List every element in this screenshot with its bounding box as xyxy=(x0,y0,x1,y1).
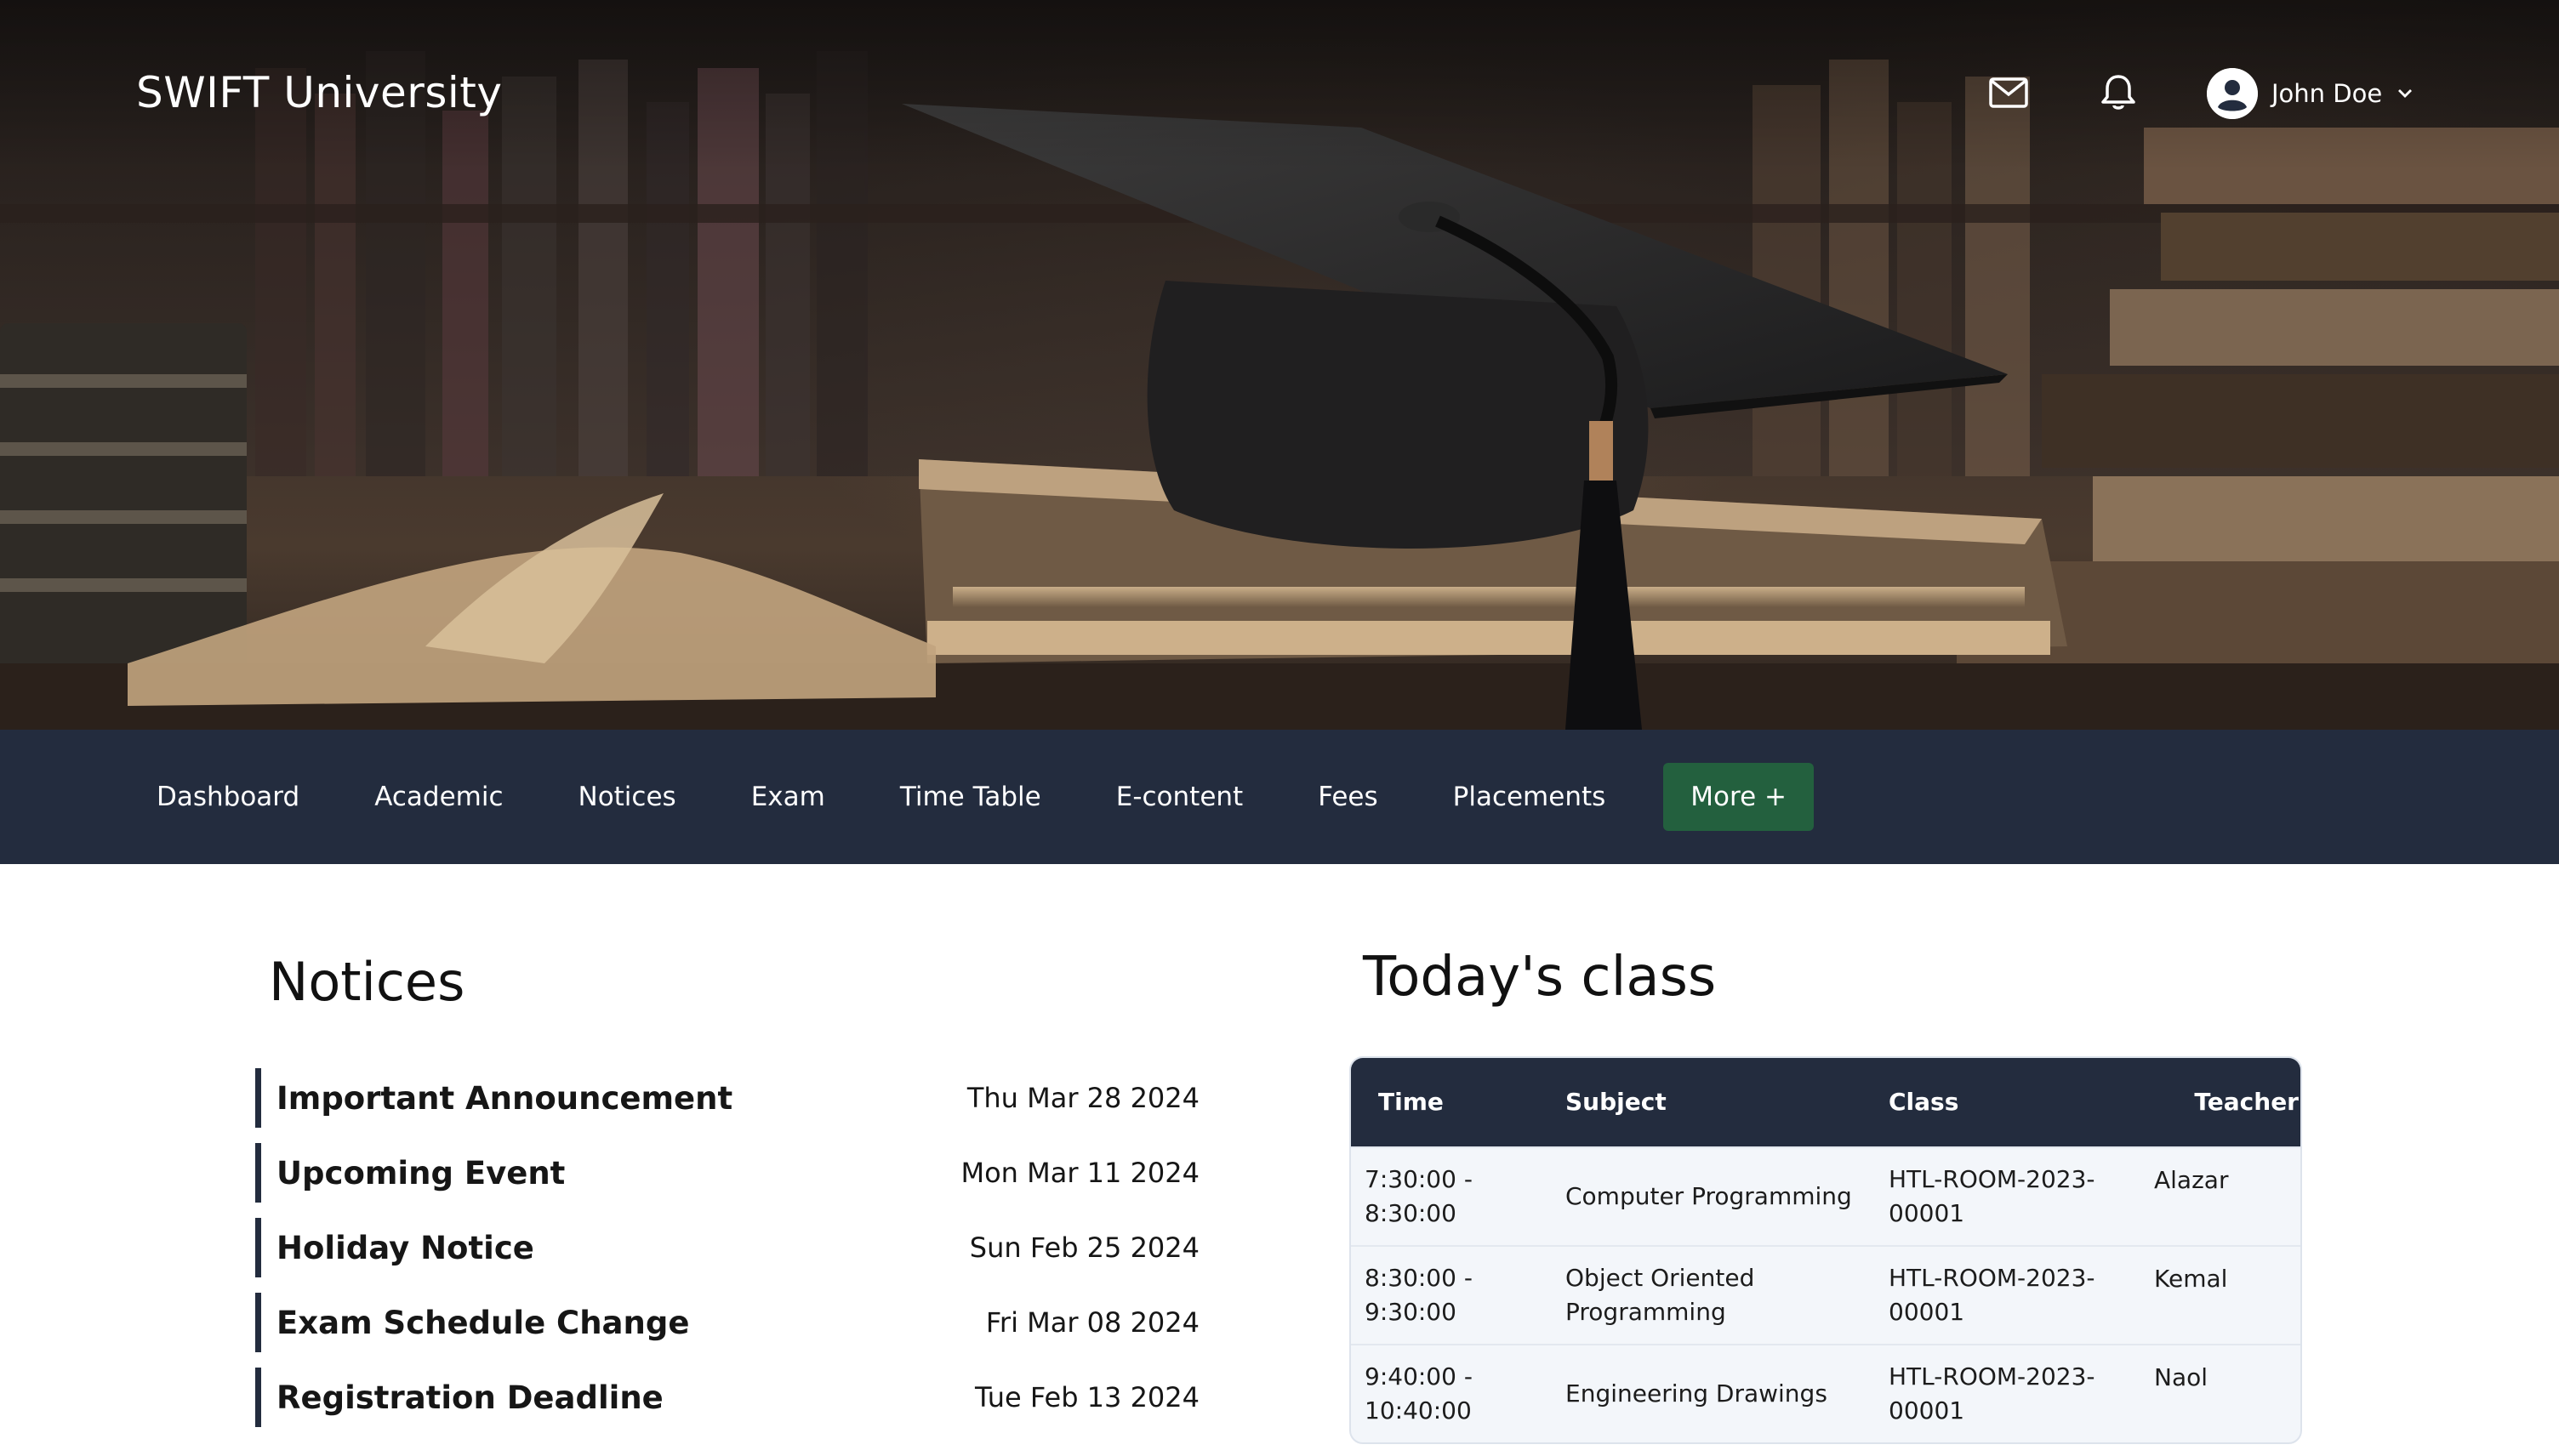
cell-class-line: HTL-ROOM-2023- xyxy=(1889,1264,2095,1292)
nav-item-e-content[interactable]: E-content xyxy=(1096,763,1263,831)
cell-subject: Engineering Drawings xyxy=(1565,1377,1889,1411)
table-row: 9:40:00 - 10:40:00 Engineering Drawings … xyxy=(1351,1344,2300,1442)
notice-title: Holiday Notice xyxy=(276,1229,534,1266)
notice-date: Mon Mar 11 2024 xyxy=(960,1157,1200,1189)
notice-item[interactable]: Holiday Notice Sun Feb 25 2024 xyxy=(255,1218,1200,1277)
nav-item-notices[interactable]: Notices xyxy=(558,763,697,831)
user-avatar-icon xyxy=(2207,68,2258,119)
notice-date: Fri Mar 08 2024 xyxy=(985,1306,1200,1339)
cell-time: 7:30:00 - 8:30:00 xyxy=(1351,1163,1565,1231)
cell-class: HTL-ROOM-2023- 00001 xyxy=(1889,1261,2154,1329)
more-button[interactable]: More + xyxy=(1663,763,1814,831)
nav-item-dashboard[interactable]: Dashboard xyxy=(136,763,320,831)
cell-class-line: HTL-ROOM-2023- xyxy=(1889,1362,2095,1391)
nav-item-fees[interactable]: Fees xyxy=(1297,763,1398,831)
cell-time-line: 9:30:00 xyxy=(1365,1298,1456,1326)
mail-icon xyxy=(1989,77,2028,108)
cell-time-line: 10:40:00 xyxy=(1365,1396,1472,1425)
mail-button[interactable] xyxy=(1987,71,2030,114)
cell-time: 9:40:00 - 10:40:00 xyxy=(1351,1360,1565,1428)
cell-time-line: 8:30:00 - xyxy=(1365,1264,1473,1292)
notices-heading: Notices xyxy=(269,951,465,1013)
main-nav: Dashboard Academic Notices Exam Time Tab… xyxy=(0,730,2559,864)
nav-item-time-table[interactable]: Time Table xyxy=(880,763,1062,831)
todays-class-heading: Today's class xyxy=(1363,946,1717,1009)
notice-title: Upcoming Event xyxy=(276,1154,566,1192)
cell-subject: Object Oriented Programming xyxy=(1565,1261,1889,1329)
cell-class-line: 00001 xyxy=(1889,1298,1965,1326)
cell-subject-line: Engineering Drawings xyxy=(1565,1379,1827,1408)
cell-class-line: 00001 xyxy=(1889,1199,1965,1227)
user-menu-button[interactable]: John Doe xyxy=(2207,66,2416,121)
cell-time-line: 8:30:00 xyxy=(1365,1199,1456,1227)
user-name: John Doe xyxy=(2271,79,2383,108)
cell-subject-line: Computer Programming xyxy=(1565,1182,1852,1210)
notice-date: Sun Feb 25 2024 xyxy=(969,1231,1200,1264)
table-row: 8:30:00 - 9:30:00 Object Oriented Progra… xyxy=(1351,1245,2300,1344)
notifications-button[interactable] xyxy=(2097,71,2140,114)
notice-item[interactable]: Important Announcement Thu Mar 28 2024 xyxy=(255,1068,1200,1128)
cell-class-line: HTL-ROOM-2023- xyxy=(1889,1165,2095,1193)
column-header-class: Class xyxy=(1889,1088,1959,1116)
notice-title: Exam Schedule Change xyxy=(276,1304,690,1341)
notice-item[interactable]: Registration Deadline Tue Feb 13 2024 xyxy=(255,1368,1200,1427)
class-table: Time Subject Class Teacher 7:30:00 - 8:3… xyxy=(1349,1056,2302,1444)
hero-banner: SWIFT University John Doe xyxy=(0,0,2559,730)
notice-date: Tue Feb 13 2024 xyxy=(975,1381,1200,1413)
column-header-subject: Subject xyxy=(1565,1088,1667,1116)
column-header-time: Time xyxy=(1378,1088,1444,1116)
cell-subject-line: Object Oriented xyxy=(1565,1264,1755,1292)
cell-class: HTL-ROOM-2023- 00001 xyxy=(1889,1163,2154,1231)
cell-subject-line: Programming xyxy=(1565,1298,1726,1326)
nav-item-placements[interactable]: Placements xyxy=(1433,763,1627,831)
column-header-teacher: Teacher xyxy=(2194,1088,2299,1116)
cell-teacher: Alazar xyxy=(2154,1166,2229,1194)
nav-item-exam[interactable]: Exam xyxy=(731,763,846,831)
brand-title[interactable]: SWIFT University xyxy=(136,68,502,117)
cell-class-line: 00001 xyxy=(1889,1396,1965,1425)
cell-teacher: Naol xyxy=(2154,1363,2208,1391)
cell-class: HTL-ROOM-2023- 00001 xyxy=(1889,1360,2154,1428)
notice-item[interactable]: Exam Schedule Change Fri Mar 08 2024 xyxy=(255,1293,1200,1352)
cell-subject: Computer Programming xyxy=(1565,1180,1889,1214)
cell-time: 8:30:00 - 9:30:00 xyxy=(1351,1261,1565,1329)
notice-date: Thu Mar 28 2024 xyxy=(966,1082,1200,1114)
chevron-down-icon xyxy=(2398,89,2413,98)
table-row: 7:30:00 - 8:30:00 Computer Programming H… xyxy=(1351,1146,2300,1245)
nav-item-academic[interactable]: Academic xyxy=(354,763,523,831)
notice-item[interactable]: Upcoming Event Mon Mar 11 2024 xyxy=(255,1143,1200,1203)
cell-time-line: 9:40:00 - xyxy=(1365,1362,1473,1391)
cell-teacher: Kemal xyxy=(2154,1265,2228,1293)
table-header: Time Subject Class Teacher xyxy=(1351,1058,2300,1146)
notice-list: Important Announcement Thu Mar 28 2024 U… xyxy=(255,1068,1200,1442)
bell-icon xyxy=(2101,75,2135,110)
notice-title: Registration Deadline xyxy=(276,1379,664,1416)
notice-title: Important Announcement xyxy=(276,1079,733,1117)
cell-time-line: 7:30:00 - xyxy=(1365,1165,1473,1193)
